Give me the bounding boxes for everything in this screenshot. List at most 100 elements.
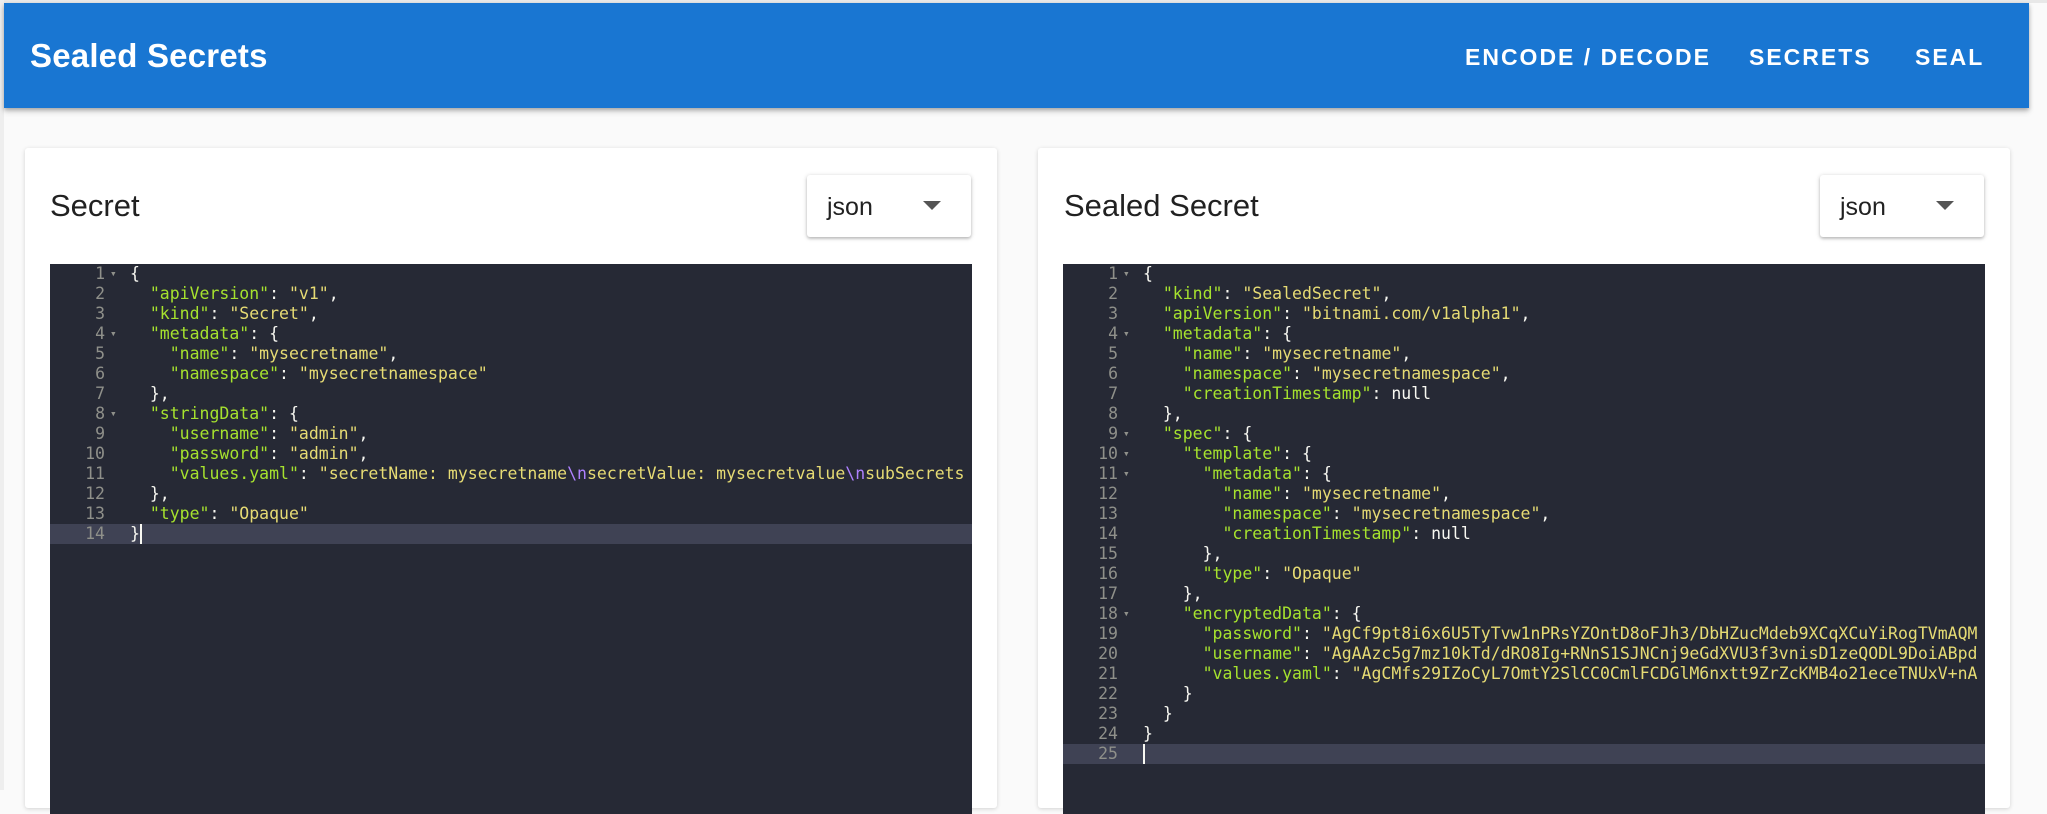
line-number: 15: [1098, 544, 1118, 563]
code-text: "values.yaml": "AgCMfs29IZoCyL7OmtY2SlCC…: [1202, 664, 1978, 683]
code-text: "spec": {: [1162, 424, 1253, 443]
line-number: 19: [1098, 624, 1118, 643]
code-text: },: [130, 484, 170, 503]
code-line: 3 "kind": "Secret",: [50, 304, 972, 324]
code-line: 3 "apiVersion": "bitnami.com/v1alpha1",: [1063, 304, 1985, 324]
line-number: 7: [95, 384, 105, 403]
code-line: 14}: [50, 524, 972, 544]
line-number: 24: [1098, 724, 1118, 743]
fold-toggle-icon[interactable]: ▾: [1123, 264, 1130, 284]
sealed-secret-format-select[interactable]: json: [1820, 175, 1984, 237]
code-text: "namespace": "mysecretnamespace",: [1222, 504, 1551, 523]
fold-toggle-icon[interactable]: ▾: [110, 404, 117, 424]
code-text: "metadata": {: [1162, 324, 1293, 343]
code-text: },: [1143, 544, 1223, 563]
secret-card-title: Secret: [50, 188, 140, 223]
line-number: 8: [95, 404, 105, 423]
code-line: 8 },: [1063, 404, 1985, 424]
code-text: "kind": "Secret",: [149, 304, 319, 323]
line-number: 11: [1098, 464, 1118, 483]
code-text: "password": "admin",: [169, 444, 369, 463]
code-line: 21 "values.yaml": "AgCMfs29IZoCyL7OmtY2S…: [1063, 664, 1985, 684]
line-number: 10: [85, 444, 105, 463]
code-line: 6 "namespace": "mysecretnamespace": [50, 364, 972, 384]
caret-down-icon: [923, 201, 941, 210]
fold-toggle-icon[interactable]: ▾: [110, 324, 117, 344]
line-number: 9: [95, 424, 105, 443]
code-text: }: [1143, 684, 1193, 703]
code-line: 10 "password": "admin",: [50, 444, 972, 464]
line-number: 12: [1098, 484, 1118, 503]
line-number: 3: [95, 304, 105, 323]
line-number: 1: [1108, 264, 1118, 283]
line-number: 6: [95, 364, 105, 383]
code-line: 16 "type": "Opaque": [1063, 564, 1985, 584]
code-line: 9 "username": "admin",: [50, 424, 972, 444]
code-text: "metadata": {: [149, 324, 280, 343]
secret-format-value: json: [827, 193, 873, 221]
code-line: 20 "username": "AgAAzc5g7mz10kTd/dRO8Ig+…: [1063, 644, 1985, 664]
code-line: 25: [1063, 744, 1985, 764]
code-line: 8 ▾ "stringData": {: [50, 404, 972, 424]
code-line: 14 "creationTimestamp": null: [1063, 524, 1985, 544]
code-text: }: [130, 524, 140, 543]
sealed-secret-code-editor[interactable]: 1 ▾{2 "kind": "SealedSecret", 3 "apiVersio…: [1063, 264, 1985, 814]
fold-toggle-icon[interactable]: ▾: [1123, 604, 1130, 624]
code-line: 19 "password": "AgCf9pt8i6x6U5TyTvw1nPRs…: [1063, 624, 1985, 644]
line-number: 13: [1098, 504, 1118, 523]
fold-toggle-icon[interactable]: ▾: [1123, 324, 1130, 344]
line-number: 9: [1108, 424, 1118, 443]
nav-secrets-button[interactable]: SECRETS: [1749, 44, 1872, 71]
secret-card: Secret json 1 ▾{2 "apiVersion": "v1", 3 "k…: [25, 148, 997, 814]
line-number: 2: [95, 284, 105, 303]
line-number: 18: [1098, 604, 1118, 623]
code-line: 9 ▾ "spec": {: [1063, 424, 1985, 444]
code-line: 4 ▾ "metadata": {: [1063, 324, 1985, 344]
line-number: 16: [1098, 564, 1118, 583]
line-number: 25: [1098, 744, 1118, 763]
sealed-secret-format-value: json: [1840, 193, 1886, 221]
app-title: Sealed Secrets: [30, 37, 268, 74]
code-line: 5 "name": "mysecretname",: [1063, 344, 1985, 364]
line-number: 17: [1098, 584, 1118, 603]
code-text: "metadata": {: [1202, 464, 1332, 483]
code-line: 11 ▾ "metadata": {: [1063, 464, 1985, 484]
secret-code-editor[interactable]: 1 ▾{2 "apiVersion": "v1", 3 "kind": "Secre…: [50, 264, 972, 814]
code-text: "username": "admin",: [169, 424, 369, 443]
code-line: 1 ▾ {: [50, 264, 972, 284]
text-cursor: [140, 524, 142, 544]
line-number: 10: [1098, 444, 1118, 463]
nav-seal-button[interactable]: SEAL: [1915, 44, 1984, 71]
nav-encode-decode-button[interactable]: ENCODE / DECODE: [1465, 44, 1711, 71]
line-number: 6: [1108, 364, 1118, 383]
code-text: "name": "mysecretname",: [1182, 344, 1412, 363]
secret-format-select[interactable]: json: [807, 175, 971, 237]
code-line: 23 }: [1063, 704, 1985, 724]
code-line: 7 "creationTimestamp": null: [1063, 384, 1985, 404]
line-number: 3: [1108, 304, 1118, 323]
fold-toggle-icon[interactable]: ▾: [1123, 444, 1130, 464]
code-text: "password": "AgCf9pt8i6x6U5TyTvw1nPRsYZO…: [1202, 624, 1978, 643]
code-text: "type": "Opaque": [1202, 564, 1362, 583]
code-text: {: [130, 264, 140, 283]
window-left-border: [0, 0, 4, 790]
code-line: 7 },: [50, 384, 972, 404]
sealed-secret-card-title: Sealed Secret: [1064, 188, 1259, 223]
code-text: "apiVersion": "bitnami.com/v1alpha1",: [1162, 304, 1531, 323]
code-line: 1 ▾ {: [1063, 264, 1985, 284]
code-text: "type": "Opaque": [149, 504, 309, 523]
line-number: 13: [85, 504, 105, 523]
code-text: "values.yaml": "secretName: mysecretname…: [169, 464, 965, 483]
fold-toggle-icon[interactable]: ▾: [1123, 424, 1130, 444]
code-text: "stringData": {: [149, 404, 299, 423]
line-number: 12: [85, 484, 105, 503]
code-line: 13 "type": "Opaque": [50, 504, 972, 524]
caret-down-icon: [1936, 201, 1954, 210]
fold-toggle-icon[interactable]: ▾: [1123, 464, 1130, 484]
line-number: 7: [1108, 384, 1118, 403]
fold-toggle-icon[interactable]: ▾: [110, 264, 117, 284]
sealed-secret-card: Sealed Secret json 1 ▾ {2 "kind": "SealedS…: [1038, 148, 2010, 814]
code-line: 12 "name": "mysecretname",: [1063, 484, 1985, 504]
code-line: 2 "apiVersion": "v1",: [50, 284, 972, 304]
line-number: 21: [1098, 664, 1118, 683]
